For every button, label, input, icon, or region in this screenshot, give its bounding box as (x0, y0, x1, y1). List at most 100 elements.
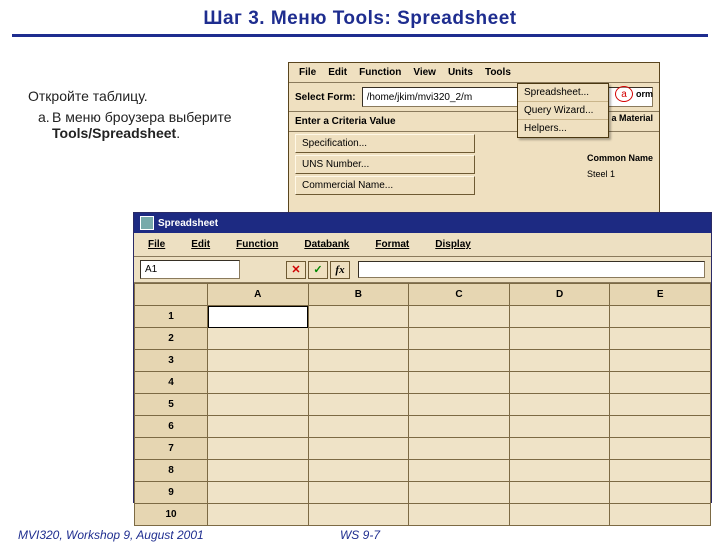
criteria-uns-button[interactable]: UNS Number... (295, 155, 475, 174)
row-header[interactable]: 9 (135, 482, 208, 504)
cell[interactable] (308, 482, 409, 504)
cell[interactable] (509, 394, 610, 416)
cell[interactable] (409, 372, 510, 394)
browser-menubar: File Edit Function View Units Tools (289, 63, 659, 83)
cell[interactable] (409, 504, 510, 526)
cell[interactable] (509, 504, 610, 526)
cell[interactable] (509, 438, 610, 460)
dropdown-helpers[interactable]: Helpers... (518, 120, 608, 137)
cell[interactable] (308, 460, 409, 482)
cell[interactable] (509, 416, 610, 438)
title-rule (12, 34, 708, 37)
row-header[interactable]: 1 (135, 306, 208, 328)
cell[interactable] (509, 460, 610, 482)
cell[interactable] (409, 328, 510, 350)
ss-menu-file[interactable]: File (144, 237, 169, 252)
criteria-specification-button[interactable]: Specification... (295, 134, 475, 153)
select-form-input[interactable] (362, 87, 653, 107)
cell[interactable] (208, 328, 309, 350)
menu-function[interactable]: Function (355, 65, 405, 80)
menu-edit[interactable]: Edit (324, 65, 351, 80)
cell[interactable] (409, 306, 510, 328)
formula-input[interactable] (358, 261, 705, 278)
cell[interactable] (208, 372, 309, 394)
cell[interactable] (610, 394, 711, 416)
ss-menu-display[interactable]: Display (431, 237, 475, 252)
dropdown-query-wizard[interactable]: Query Wizard... (518, 102, 608, 120)
cell[interactable] (308, 504, 409, 526)
row-header[interactable]: 3 (135, 350, 208, 372)
menu-file[interactable]: File (295, 65, 320, 80)
cell[interactable] (208, 482, 309, 504)
menu-view[interactable]: View (409, 65, 440, 80)
cell[interactable] (610, 328, 711, 350)
cancel-icon[interactable]: ✕ (286, 261, 306, 279)
col-header-b[interactable]: B (308, 284, 409, 306)
cell[interactable] (610, 306, 711, 328)
cell[interactable] (509, 328, 610, 350)
row-header[interactable]: 10 (135, 504, 208, 526)
col-header-a[interactable]: A (208, 284, 309, 306)
cell[interactable] (208, 350, 309, 372)
confirm-icon[interactable]: ✓ (308, 261, 328, 279)
cell[interactable] (610, 372, 711, 394)
cell[interactable] (208, 460, 309, 482)
cell-reference[interactable]: A1 (140, 260, 240, 279)
cell[interactable] (509, 482, 610, 504)
step-a-tail: . (176, 125, 180, 141)
cell[interactable] (610, 350, 711, 372)
row-header[interactable]: 6 (135, 416, 208, 438)
cell[interactable] (208, 504, 309, 526)
cell[interactable] (308, 328, 409, 350)
ss-menu-function[interactable]: Function (232, 237, 282, 252)
menu-tools[interactable]: Tools (481, 65, 515, 80)
cell[interactable] (308, 416, 409, 438)
col-header-e[interactable]: E (610, 284, 711, 306)
cell[interactable] (308, 438, 409, 460)
cell-a1[interactable] (208, 306, 309, 328)
cell[interactable] (409, 394, 510, 416)
corner-cell[interactable] (135, 284, 208, 306)
cell[interactable] (610, 482, 711, 504)
cell[interactable] (610, 416, 711, 438)
ss-menu-format[interactable]: Format (371, 237, 413, 252)
row-header[interactable]: 5 (135, 394, 208, 416)
cell[interactable] (409, 460, 510, 482)
menu-units[interactable]: Units (444, 65, 477, 80)
cell[interactable] (308, 350, 409, 372)
cell[interactable] (208, 394, 309, 416)
ss-menu-edit[interactable]: Edit (187, 237, 214, 252)
cell[interactable] (308, 394, 409, 416)
cell[interactable] (509, 350, 610, 372)
cell[interactable] (208, 416, 309, 438)
cell[interactable] (308, 306, 409, 328)
cell[interactable] (409, 482, 510, 504)
cell[interactable] (208, 438, 309, 460)
cell[interactable] (610, 460, 711, 482)
col-header-c[interactable]: C (409, 284, 510, 306)
step-marker: a. (38, 109, 50, 125)
cell[interactable] (509, 306, 610, 328)
row-header[interactable]: 8 (135, 460, 208, 482)
cell[interactable] (610, 438, 711, 460)
criteria-commercial-button[interactable]: Commercial Name... (295, 176, 475, 195)
cell[interactable] (409, 438, 510, 460)
cell[interactable] (610, 504, 711, 526)
callout-a: a (615, 86, 633, 102)
row-header[interactable]: 4 (135, 372, 208, 394)
app-icon (140, 216, 154, 230)
ss-menu-databank[interactable]: Databank (300, 237, 353, 252)
fx-icon[interactable]: fx (330, 261, 350, 279)
spreadsheet-grid[interactable]: A B C D E 1 2 3 4 5 6 7 8 9 10 (134, 283, 711, 526)
instructions-block: Откройте таблицу. a. В меню броузера выб… (28, 88, 258, 141)
cell[interactable] (409, 350, 510, 372)
side-labels: orm a Material Common Name Steel 1 (587, 153, 653, 185)
col-header-d[interactable]: D (509, 284, 610, 306)
row-header[interactable]: 2 (135, 328, 208, 350)
cell[interactable] (509, 372, 610, 394)
dropdown-spreadsheet[interactable]: Spreadsheet... (518, 84, 608, 102)
tools-dropdown: Spreadsheet... Query Wizard... Helpers..… (517, 83, 609, 138)
row-header[interactable]: 7 (135, 438, 208, 460)
cell[interactable] (409, 416, 510, 438)
cell[interactable] (308, 372, 409, 394)
